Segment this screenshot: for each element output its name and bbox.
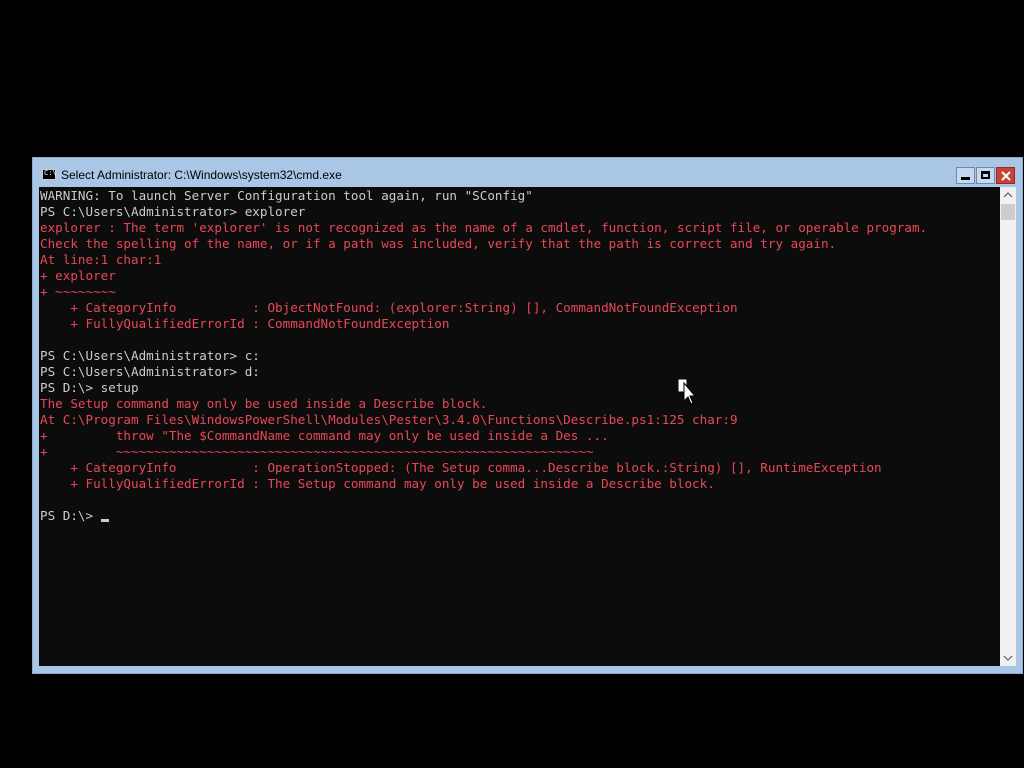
- console-output[interactable]: WARNING: To launch Server Configuration …: [39, 187, 1000, 666]
- chevron-down-icon: [1003, 655, 1013, 661]
- chevron-up-icon: [1003, 192, 1013, 198]
- console-line-text: + CategoryInfo : ObjectNotFound: (explor…: [40, 300, 738, 315]
- console-line-text: The Setup command may only be used insid…: [40, 396, 488, 411]
- console-line: + ~~~~~~~~: [40, 284, 927, 300]
- minimize-icon: [961, 177, 970, 180]
- console-line: The Setup command may only be used insid…: [40, 396, 927, 412]
- console-line-text: + FullyQualifiedErrorId : CommandNotFoun…: [40, 316, 450, 331]
- console-line: WARNING: To launch Server Configuration …: [40, 188, 927, 204]
- console-line-text: Check the spelling of the name, or if a …: [40, 236, 837, 251]
- console-line-text: explorer : The term 'explorer' is not re…: [40, 220, 928, 235]
- console-line-text: PS C:\Users\Administrator> explorer: [40, 204, 306, 219]
- maximize-button[interactable]: [976, 167, 995, 184]
- console-line: PS C:\Users\Administrator> d:: [40, 364, 927, 380]
- console-app-icon-label: C:\: [44, 169, 57, 177]
- mouse-pointer-icon: [677, 378, 698, 412]
- console-line-text: + throw "The $CommandName command may on…: [40, 428, 609, 443]
- console-line: + throw "The $CommandName command may on…: [40, 428, 927, 444]
- vertical-scrollbar[interactable]: [1000, 187, 1016, 666]
- console-line: + FullyQualifiedErrorId : The Setup comm…: [40, 476, 927, 492]
- console-line: + CategoryInfo : ObjectNotFound: (explor…: [40, 300, 927, 316]
- console-line-text: PS D:\>: [40, 508, 101, 523]
- console-line: PS C:\Users\Administrator> c:: [40, 348, 927, 364]
- console-line: At line:1 char:1: [40, 252, 927, 268]
- console-line: + FullyQualifiedErrorId : CommandNotFoun…: [40, 316, 927, 332]
- console-line-text: PS D:\> setup: [40, 380, 139, 395]
- console-line-text: PS C:\Users\Administrator> d:: [40, 364, 260, 379]
- console-line-text: + ~~~~~~~~: [40, 284, 116, 299]
- scroll-down-button[interactable]: [1000, 650, 1016, 666]
- maximize-icon: [981, 171, 990, 179]
- console-line-text: At line:1 char:1: [40, 252, 162, 267]
- console-lines: WARNING: To launch Server Configuration …: [40, 188, 927, 524]
- console-line: + explorer: [40, 268, 927, 284]
- close-button[interactable]: [996, 167, 1015, 184]
- title-bar[interactable]: C:\ Select Administrator: C:\Windows\sys…: [33, 158, 1022, 187]
- console-app-icon[interactable]: C:\: [42, 169, 57, 180]
- console-line: PS C:\Users\Administrator> explorer: [40, 204, 927, 220]
- console-line: At C:\Program Files\WindowsPowerShell\Mo…: [40, 412, 927, 428]
- console-line-text: At C:\Program Files\WindowsPowerShell\Mo…: [40, 412, 738, 427]
- console-line-text: + ~~~~~~~~~~~~~~~~~~~~~~~~~~~~~~~~~~~~~~…: [40, 444, 594, 459]
- close-icon: [1001, 171, 1011, 181]
- window-title: Select Administrator: C:\Windows\system3…: [61, 168, 342, 182]
- console-line: PS D:\>: [40, 508, 927, 524]
- cmd-window[interactable]: C:\ Select Administrator: C:\Windows\sys…: [32, 157, 1023, 674]
- minimize-button[interactable]: [956, 167, 975, 184]
- console-line-text: + CategoryInfo : OperationStopped: (The …: [40, 460, 882, 475]
- console-line: Check the spelling of the name, or if a …: [40, 236, 927, 252]
- console-line: + ~~~~~~~~~~~~~~~~~~~~~~~~~~~~~~~~~~~~~~…: [40, 444, 927, 460]
- console-line-text: WARNING: To launch Server Configuration …: [40, 188, 533, 203]
- scroll-up-button[interactable]: [1000, 187, 1016, 203]
- console-line-text: + FullyQualifiedErrorId : The Setup comm…: [40, 476, 715, 491]
- desktop: C:\ Select Administrator: C:\Windows\sys…: [0, 0, 1024, 768]
- text-cursor: [100, 519, 109, 522]
- console-line-text: + explorer: [40, 268, 116, 283]
- console-line: explorer : The term 'explorer' is not re…: [40, 220, 927, 236]
- scroll-thumb[interactable]: [1001, 204, 1015, 220]
- console-line: PS D:\> setup: [40, 380, 927, 396]
- console-line: + CategoryInfo : OperationStopped: (The …: [40, 460, 927, 476]
- console-line-text: PS C:\Users\Administrator> c:: [40, 348, 260, 363]
